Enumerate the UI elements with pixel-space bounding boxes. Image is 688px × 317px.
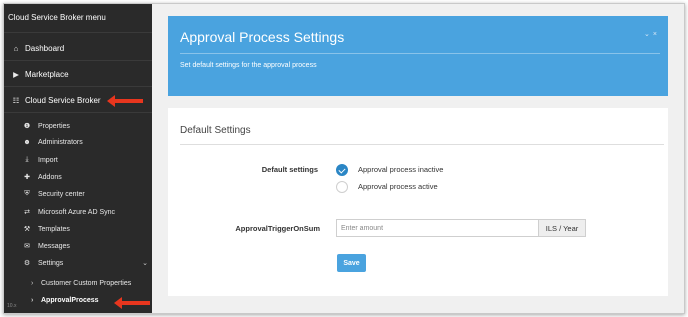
wrench-icon: ⚒ <box>23 226 31 233</box>
envelope-icon: ✉ <box>24 243 30 250</box>
page-header: Approval Process Settings ⌄× Set default… <box>168 16 668 96</box>
sidebar-item-dashboard[interactable]: ⌂ Dashboard <box>10 41 158 55</box>
card-title: Default Settings <box>180 125 251 136</box>
exchange-icon: ⇄ <box>24 209 30 216</box>
chevron-down-icon: ⌄ <box>142 260 148 267</box>
sidebar-subitem-label: Settings <box>38 259 64 267</box>
download-icon: ⤓ <box>25 156 29 163</box>
sidebar-subitem-label: Microsoft Azure AD Sync <box>38 208 116 216</box>
sidebar-subitem-label: Addons <box>38 173 62 181</box>
sidebar-subitem-label: Security center <box>38 190 85 198</box>
sidebar-subitem-label: Import <box>38 156 58 164</box>
sidebar-subitem-import[interactable]: ⤓ Import <box>22 156 58 164</box>
sidebar-subitem-settings[interactable]: ⚙ Settings ⌄ <box>22 259 148 268</box>
sidebar-subitem-properties[interactable]: ❶ Properties <box>22 122 70 131</box>
sidebar-subitem-messages[interactable]: ✉ Messages <box>22 242 70 251</box>
main-content: Approval Process Settings ⌄× Set default… <box>152 4 684 313</box>
sidebar-divider <box>4 112 152 113</box>
sidebar-subitem-label: Administrators <box>38 139 83 146</box>
sidebar-subitem-label: ApprovalProcess <box>41 297 99 304</box>
sidebar-divider <box>4 60 152 61</box>
chevron-right-icon: › <box>31 280 34 287</box>
user-icon: ☻ <box>23 139 31 146</box>
radio-approval-active[interactable] <box>336 181 348 193</box>
sidebar-item-label: Cloud Service Broker <box>25 95 101 105</box>
sidebar-subitem-label: Messages <box>38 242 70 250</box>
sidebar-subitem-security-center[interactable]: ⛨ Security center <box>22 190 85 198</box>
sidebar-item-label: Marketplace <box>25 69 69 79</box>
radio-approval-inactive[interactable] <box>336 164 348 176</box>
sidebar-subitem-templates[interactable]: ⚒ Templates <box>22 225 70 234</box>
version-label: 10.x <box>7 303 17 309</box>
card-divider <box>180 144 664 145</box>
default-settings-card: Default Settings Default settings Approv… <box>168 108 668 296</box>
sidebar-subitem-azure-ad-sync[interactable]: ⇄ Microsoft Azure AD Sync <box>22 208 116 217</box>
header-controls: ⌄× <box>644 30 660 38</box>
page-subtitle: Set default settings for the approval pr… <box>180 62 317 69</box>
sidebar-divider <box>4 32 152 33</box>
chevron-down-icon[interactable]: ⌄ <box>644 31 653 38</box>
close-icon[interactable]: × <box>653 31 660 38</box>
option-label-inactive: Approval process inactive <box>358 165 444 174</box>
shield-icon: ⛨ <box>24 190 30 197</box>
play-icon: ▶ <box>13 69 19 79</box>
annotation-arrow-icon <box>107 95 143 107</box>
trigger-on-sum-label: ApprovalTriggerOnSum <box>235 224 320 233</box>
cogs-icon: ⚙ <box>23 260 31 267</box>
sidebar-subitem-label: Properties <box>38 122 70 130</box>
sidebar-subitem-administrators[interactable]: ☻ Administrators <box>22 139 83 146</box>
info-icon: ❶ <box>23 123 31 130</box>
sidebar-item-label: Dashboard <box>25 43 65 53</box>
sidebar-divider <box>4 86 152 87</box>
page-title: Approval Process Settings <box>180 29 345 45</box>
home-icon: ⌂ <box>13 43 19 53</box>
unit-addon: ILS / Year <box>538 219 586 237</box>
sitemap-icon: ☷ <box>12 95 20 105</box>
sidebar-subitem-approval-process[interactable]: › ApprovalProcess <box>31 297 99 304</box>
chevron-right-icon: › <box>31 297 34 304</box>
sidebar-subitem-addons[interactable]: ✚ Addons <box>22 173 62 182</box>
option-label-active: Approval process active <box>358 182 438 191</box>
sidebar: Cloud Service Broker menu ⌂ Dashboard ▶ … <box>4 4 152 313</box>
annotation-arrow-icon <box>114 297 150 309</box>
amount-input[interactable] <box>336 219 539 237</box>
default-settings-label: Default settings <box>261 165 318 174</box>
sidebar-item-marketplace[interactable]: ▶ Marketplace <box>10 67 158 81</box>
app-window: Cloud Service Broker menu ⌂ Dashboard ▶ … <box>3 3 685 314</box>
plus-icon: ✚ <box>24 174 30 181</box>
save-button[interactable]: Save <box>337 254 366 272</box>
sidebar-subitem-customer-custom-properties[interactable]: › Customer Custom Properties <box>31 280 131 287</box>
sidebar-subitem-label: Customer Custom Properties <box>41 280 132 287</box>
sidebar-title: Cloud Service Broker menu <box>8 13 106 22</box>
sidebar-subitem-label: Templates <box>38 225 70 233</box>
header-divider <box>180 53 660 54</box>
